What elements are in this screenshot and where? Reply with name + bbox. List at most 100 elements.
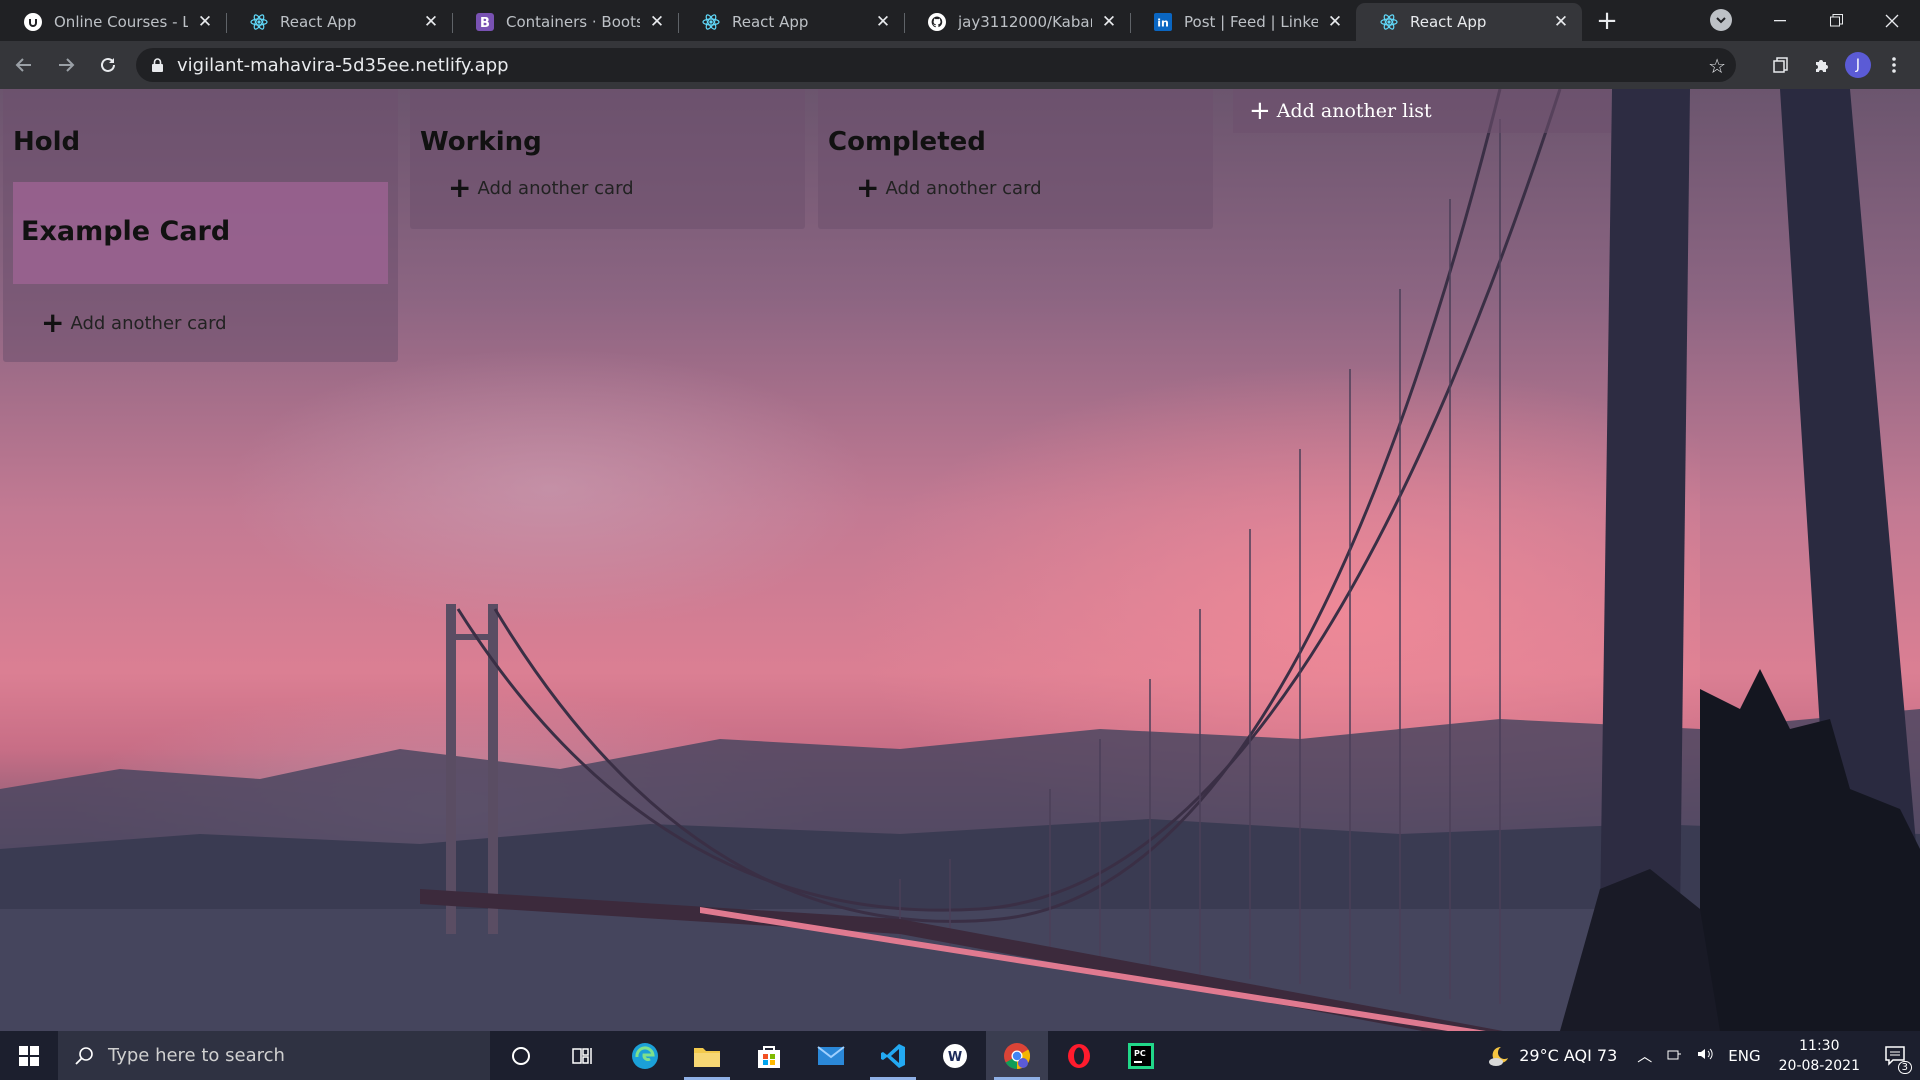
tab-title: React App bbox=[732, 13, 809, 31]
list-working: Working + Add another card bbox=[410, 89, 805, 229]
close-icon bbox=[1885, 14, 1899, 27]
back-button[interactable] bbox=[6, 47, 42, 83]
puzzle-icon bbox=[1816, 60, 1828, 72]
browser-tab-7[interactable]: React App ✕ bbox=[1356, 3, 1582, 41]
taskbar-store[interactable] bbox=[738, 1031, 800, 1080]
chevron-down-icon bbox=[1716, 16, 1726, 23]
extensions-button[interactable] bbox=[1804, 47, 1840, 83]
close-icon[interactable]: ✕ bbox=[1326, 13, 1344, 31]
action-center-button[interactable]: 3 bbox=[1872, 1031, 1920, 1080]
reload-icon bbox=[101, 57, 115, 72]
start-button[interactable] bbox=[0, 1031, 58, 1080]
taskbar-edge[interactable] bbox=[614, 1031, 676, 1080]
tab-title: Post | Feed | LinkedIn bbox=[1184, 13, 1318, 31]
taskbar: Type here to search W PC 29°C AQI 73 ︿ E… bbox=[0, 1031, 1920, 1080]
add-list-button[interactable]: + Add another list bbox=[1233, 89, 1611, 133]
new-tab-button[interactable]: + bbox=[1588, 3, 1626, 41]
react-icon bbox=[250, 13, 268, 31]
clock[interactable]: 11:30 20-08-2021 bbox=[1779, 1036, 1860, 1076]
svg-text:B: B bbox=[480, 16, 490, 31]
browser-tab-1[interactable]: Online Courses - Learn ✕ bbox=[0, 3, 226, 41]
tab-title: React App bbox=[1410, 13, 1487, 31]
arrow-left-icon bbox=[15, 58, 31, 72]
windows-logo-icon bbox=[19, 1045, 39, 1066]
close-icon[interactable]: ✕ bbox=[648, 13, 666, 31]
more-vertical-icon bbox=[1892, 57, 1896, 73]
copy-icon bbox=[1773, 57, 1788, 73]
arrow-right-icon bbox=[59, 58, 75, 72]
taskbar-opera[interactable] bbox=[1048, 1031, 1110, 1080]
browser-tab-6[interactable]: in Post | Feed | LinkedIn ✕ bbox=[1130, 3, 1356, 41]
address-bar[interactable]: vigilant-mahavira-5d35ee.netlify.app ☆ bbox=[136, 48, 1736, 82]
toolbar-actions: J bbox=[1758, 47, 1912, 83]
language-indicator[interactable]: ENG bbox=[1728, 1047, 1760, 1065]
app-w-icon: W bbox=[943, 1043, 967, 1068]
clock-date: 20-08-2021 bbox=[1778, 1057, 1860, 1074]
list-hold: Hold Example Card + Add another card bbox=[3, 89, 398, 362]
close-icon[interactable]: ✕ bbox=[874, 13, 892, 31]
edge-icon bbox=[632, 1042, 658, 1069]
bookmark-star-icon[interactable]: ☆ bbox=[1708, 54, 1726, 78]
chevron-up-icon[interactable]: ︿ bbox=[1637, 1045, 1652, 1066]
profile-avatar[interactable]: J bbox=[1845, 52, 1871, 78]
close-window-button[interactable] bbox=[1864, 0, 1920, 41]
search-icon bbox=[75, 1046, 93, 1065]
volume-icon[interactable] bbox=[1696, 1046, 1714, 1066]
restore-button[interactable] bbox=[1808, 0, 1864, 41]
menu-button[interactable] bbox=[1876, 47, 1912, 83]
taskbar-file-explorer[interactable] bbox=[676, 1031, 738, 1080]
close-icon[interactable]: ✕ bbox=[1552, 13, 1570, 31]
window-controls bbox=[1752, 0, 1920, 41]
add-card-button[interactable]: + Add another card bbox=[410, 171, 805, 205]
taskbar-chrome[interactable] bbox=[986, 1031, 1048, 1080]
reading-list-button[interactable] bbox=[1763, 47, 1799, 83]
folder-icon bbox=[694, 1047, 720, 1067]
cortana-button[interactable] bbox=[490, 1031, 552, 1080]
plus-icon: + bbox=[1249, 96, 1271, 126]
add-card-button[interactable]: + Add another card bbox=[818, 171, 1213, 205]
restore-icon bbox=[1829, 14, 1843, 27]
close-icon[interactable]: ✕ bbox=[422, 13, 440, 31]
pycharm-icon: PC bbox=[1128, 1042, 1154, 1069]
chrome-icon bbox=[1004, 1042, 1031, 1069]
list-title: Hold bbox=[13, 127, 81, 157]
cortana-icon bbox=[512, 1046, 530, 1065]
taskbar-mail[interactable] bbox=[800, 1031, 862, 1080]
task-view-button[interactable] bbox=[552, 1031, 614, 1080]
url-text: vigilant-mahavira-5d35ee.netlify.app bbox=[177, 54, 509, 76]
reload-button[interactable] bbox=[90, 47, 126, 83]
browser-tab-2[interactable]: React App ✕ bbox=[226, 3, 452, 41]
lock-icon bbox=[152, 58, 163, 72]
browser-tab-5[interactable]: jay3112000/Kabanize ✕ bbox=[904, 3, 1130, 41]
taskbar-search-input[interactable]: Type here to search bbox=[58, 1031, 490, 1080]
search-placeholder: Type here to search bbox=[108, 1045, 285, 1066]
page-viewport: Hold Example Card + Add another card Wor… bbox=[0, 89, 1920, 1031]
moon-cloud-icon bbox=[1489, 1046, 1509, 1066]
taskbar-vscode[interactable] bbox=[862, 1031, 924, 1080]
add-card-button[interactable]: + Add another card bbox=[3, 306, 398, 340]
list-title: Working bbox=[420, 127, 542, 157]
close-icon[interactable]: ✕ bbox=[1100, 13, 1118, 31]
tab-title: Online Courses - Learn bbox=[54, 13, 188, 31]
tab-title: React App bbox=[280, 13, 357, 31]
add-card-label: Add another card bbox=[477, 177, 634, 199]
weather-text: 29°C AQI 73 bbox=[1519, 1046, 1618, 1065]
kanban-card[interactable]: Example Card bbox=[13, 182, 388, 284]
browser-tab-4[interactable]: React App ✕ bbox=[678, 3, 904, 41]
weather-widget[interactable]: 29°C AQI 73 bbox=[1487, 1044, 1617, 1068]
list-completed: Completed + Add another card bbox=[818, 89, 1213, 229]
vscode-icon bbox=[881, 1043, 905, 1068]
tab-search-button[interactable] bbox=[1710, 9, 1732, 31]
forward-button[interactable] bbox=[48, 47, 84, 83]
opera-icon bbox=[1068, 1043, 1090, 1068]
taskbar-app-w[interactable]: W bbox=[924, 1031, 986, 1080]
network-icon[interactable] bbox=[1666, 1046, 1682, 1066]
mail-icon bbox=[817, 1045, 845, 1065]
minimize-button[interactable] bbox=[1752, 0, 1808, 41]
taskbar-pycharm[interactable]: PC bbox=[1110, 1031, 1172, 1080]
close-icon[interactable]: ✕ bbox=[196, 13, 214, 31]
browser-tab-3[interactable]: B Containers · Bootstrap ✕ bbox=[452, 3, 678, 41]
tab-title: jay3112000/Kabanize bbox=[958, 13, 1092, 31]
list-title: Completed bbox=[828, 127, 986, 157]
plus-icon: + bbox=[448, 171, 472, 204]
